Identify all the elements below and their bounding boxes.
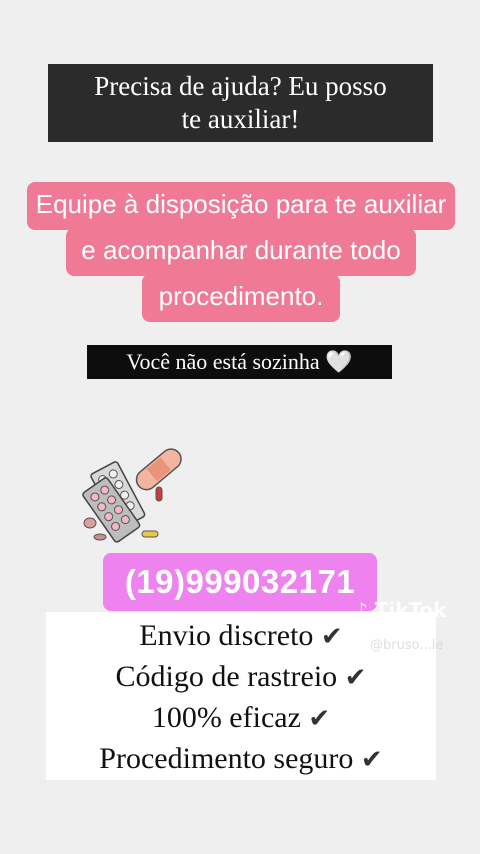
feature-item: 100% eficaz ✔	[46, 698, 436, 739]
feature-item: Procedimento seguro ✔	[46, 739, 436, 780]
pills-and-bandage-icon	[82, 448, 182, 543]
header-line-1: Precisa de ajuda? Eu posso	[94, 71, 387, 101]
check-icon: ✔	[320, 622, 343, 652]
pink-text-line-1: Equipe à disposição para te auxiliar	[27, 182, 455, 230]
tiktok-handle: @bruso...le	[370, 638, 444, 653]
feature-label: Código de rastreio	[115, 660, 338, 693]
support-banner: Você não está sozinha 🤍	[87, 345, 392, 379]
tiktok-icon: ♪	[355, 598, 368, 622]
header-line-2: te auxiliar!	[181, 104, 300, 134]
pink-text-line-3: procedimento.	[142, 274, 340, 322]
capsule-icon	[155, 486, 163, 502]
pill-icon	[83, 517, 97, 529]
feature-label: 100% eficaz	[151, 701, 301, 734]
check-icon: ✔	[308, 704, 331, 734]
tiktok-watermark: ♪ TikTok	[355, 598, 447, 622]
pink-text-line-2: e acompanhar durante todo	[66, 228, 416, 276]
pill-icon	[93, 533, 107, 541]
phone-number[interactable]: (19)999032171	[103, 553, 377, 611]
heart-icon: 🤍	[325, 349, 353, 374]
tiktok-brand: TikTok	[374, 598, 447, 622]
support-text: Você não está sozinha	[126, 349, 320, 374]
feature-label: Procedimento seguro	[99, 742, 354, 775]
capsule-icon	[141, 530, 159, 538]
feature-item: Código de rastreio ✔	[46, 657, 436, 698]
feature-label: Envio discreto	[139, 619, 314, 652]
check-icon: ✔	[360, 745, 383, 775]
header-box: Precisa de ajuda? Eu posso te auxiliar!	[48, 64, 433, 142]
check-icon: ✔	[344, 663, 367, 693]
bandage-icon	[135, 448, 182, 491]
